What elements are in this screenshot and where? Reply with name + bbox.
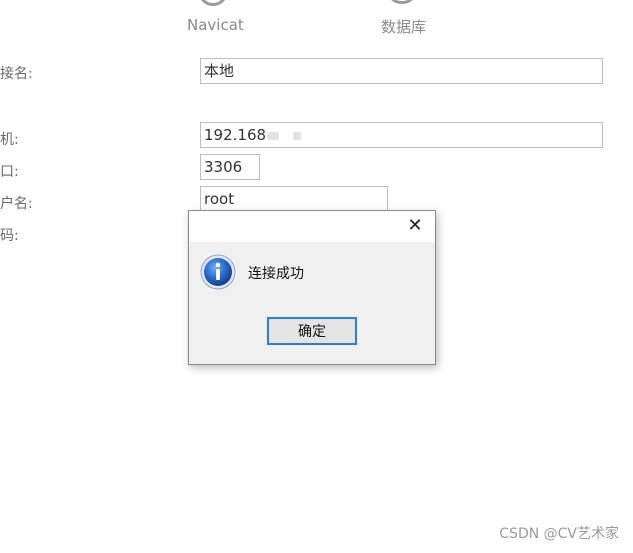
port-input[interactable]: 3306 [200, 154, 260, 180]
navicat-app-icon [198, 0, 228, 6]
port-label: 端口: [0, 164, 19, 180]
host-input[interactable]: 192.168 [200, 122, 603, 148]
host-label: 主机: [0, 132, 19, 148]
dialog-message: 连接成功 [248, 266, 304, 282]
username-value: root [204, 190, 235, 208]
close-icon[interactable]: ✕ [403, 215, 427, 237]
password-label: 密码: [0, 228, 19, 244]
connection-success-dialog: ✕ 连接成功 确定 [188, 210, 436, 365]
connection-name-label: 连接名: [0, 66, 33, 82]
host-value: 192.168 [204, 126, 267, 144]
username-input[interactable]: root [200, 186, 388, 212]
connection-name-value: 本地 [204, 62, 235, 80]
database-label: 数据库 [381, 18, 427, 36]
username-label: 用户名: [0, 196, 33, 212]
watermark: CSDN @CV艺术家 [499, 526, 619, 542]
info-icon [200, 254, 236, 290]
masked-ip-block [293, 131, 302, 140]
port-value: 3306 [204, 158, 243, 176]
connection-name-input[interactable]: 本地 [200, 58, 603, 84]
dialog-titlebar: ✕ [189, 211, 435, 242]
navicat-label: Navicat [187, 16, 244, 34]
ok-button[interactable]: 确定 [267, 317, 357, 345]
masked-ip-block [267, 131, 280, 140]
database-icon [387, 0, 417, 4]
